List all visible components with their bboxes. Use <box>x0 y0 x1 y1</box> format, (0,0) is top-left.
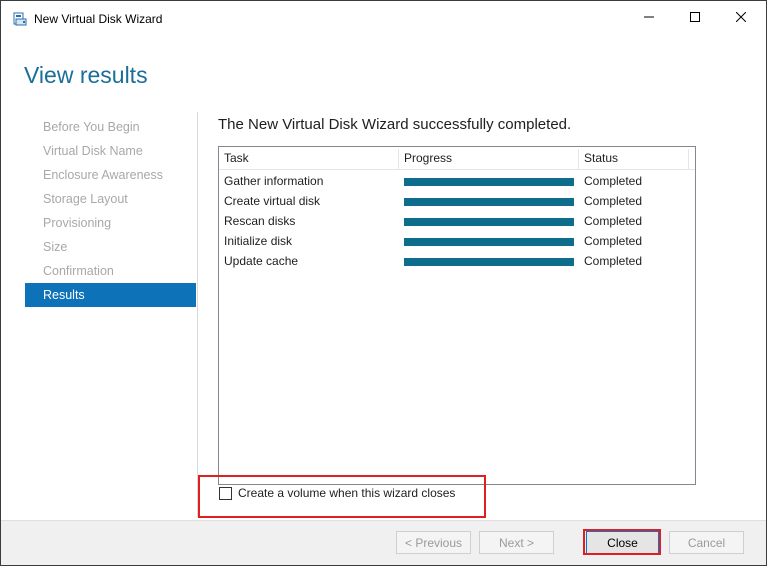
page-title: View results <box>24 62 148 88</box>
close-window-button[interactable] <box>718 1 764 35</box>
minimize-icon <box>644 11 654 25</box>
progress-fill <box>404 178 574 186</box>
virtual-disk-icon <box>13 12 27 26</box>
table-row[interactable]: Initialize disk Completed <box>219 231 695 251</box>
cancel-button[interactable]: Cancel <box>669 531 744 554</box>
progress-fill <box>404 238 574 246</box>
nav-item-provisioning[interactable]: Provisioning <box>25 211 196 235</box>
results-table[interactable]: Task Progress Status Gather information … <box>218 146 696 485</box>
progress-bar <box>404 218 574 226</box>
task-cell: Rescan disks <box>224 214 296 228</box>
table-header: Task Progress Status <box>219 147 695 170</box>
create-volume-label[interactable]: Create a volume when this wizard closes <box>238 486 455 500</box>
nav-item-results[interactable]: Results <box>25 283 196 307</box>
create-volume-checkbox[interactable] <box>219 486 232 500</box>
nav-item-virtual-disk-name[interactable]: Virtual Disk Name <box>25 139 196 163</box>
task-cell: Update cache <box>224 254 299 268</box>
progress-bar <box>404 258 574 266</box>
column-header-task[interactable]: Task <box>219 147 399 170</box>
close-icon <box>735 11 747 25</box>
progress-bar <box>404 238 574 246</box>
progress-fill <box>404 218 574 226</box>
table-row[interactable]: Rescan disks Completed <box>219 211 695 231</box>
status-cell: Completed <box>584 214 643 228</box>
status-cell: Completed <box>584 254 643 268</box>
status-cell: Completed <box>584 234 643 248</box>
result-heading: The New Virtual Disk Wizard successfully… <box>218 116 572 133</box>
column-header-progress[interactable]: Progress <box>399 147 579 170</box>
status-cell: Completed <box>584 194 643 208</box>
progress-bar <box>404 178 574 186</box>
table-row[interactable]: Gather information Completed <box>219 171 695 191</box>
maximize-button[interactable] <box>672 1 718 35</box>
column-header-status[interactable]: Status <box>579 147 689 170</box>
table-row[interactable]: Create virtual disk Completed <box>219 191 695 211</box>
task-cell: Create virtual disk <box>224 194 321 208</box>
maximize-icon <box>690 11 700 25</box>
nav-item-confirmation[interactable]: Confirmation <box>25 259 196 283</box>
nav-divider <box>197 112 198 517</box>
next-button[interactable]: Next > <box>479 531 554 554</box>
title-bar: New Virtual Disk Wizard <box>1 1 766 35</box>
task-cell: Gather information <box>224 174 324 188</box>
nav-item-size[interactable]: Size <box>25 235 196 259</box>
wizard-window: New Virtual Disk Wizard View results Bef… <box>0 0 767 566</box>
status-cell: Completed <box>584 174 643 188</box>
progress-bar <box>404 198 574 206</box>
highlight-box-close <box>583 529 661 555</box>
column-separator <box>688 149 689 169</box>
task-cell: Initialize disk <box>224 234 293 248</box>
nav-item-enclosure-awareness[interactable]: Enclosure Awareness <box>25 163 196 187</box>
wizard-steps-nav: Before You Begin Virtual Disk Name Enclo… <box>25 115 196 307</box>
table-row[interactable]: Update cache Completed <box>219 251 695 271</box>
progress-fill <box>404 258 574 266</box>
nav-item-before-you-begin[interactable]: Before You Begin <box>25 115 196 139</box>
previous-button[interactable]: < Previous <box>396 531 471 554</box>
create-volume-option[interactable]: Create a volume when this wizard closes <box>219 485 455 501</box>
progress-fill <box>404 198 574 206</box>
window-title: New Virtual Disk Wizard <box>34 12 163 26</box>
nav-item-storage-layout[interactable]: Storage Layout <box>25 187 196 211</box>
minimize-button[interactable] <box>626 1 672 35</box>
